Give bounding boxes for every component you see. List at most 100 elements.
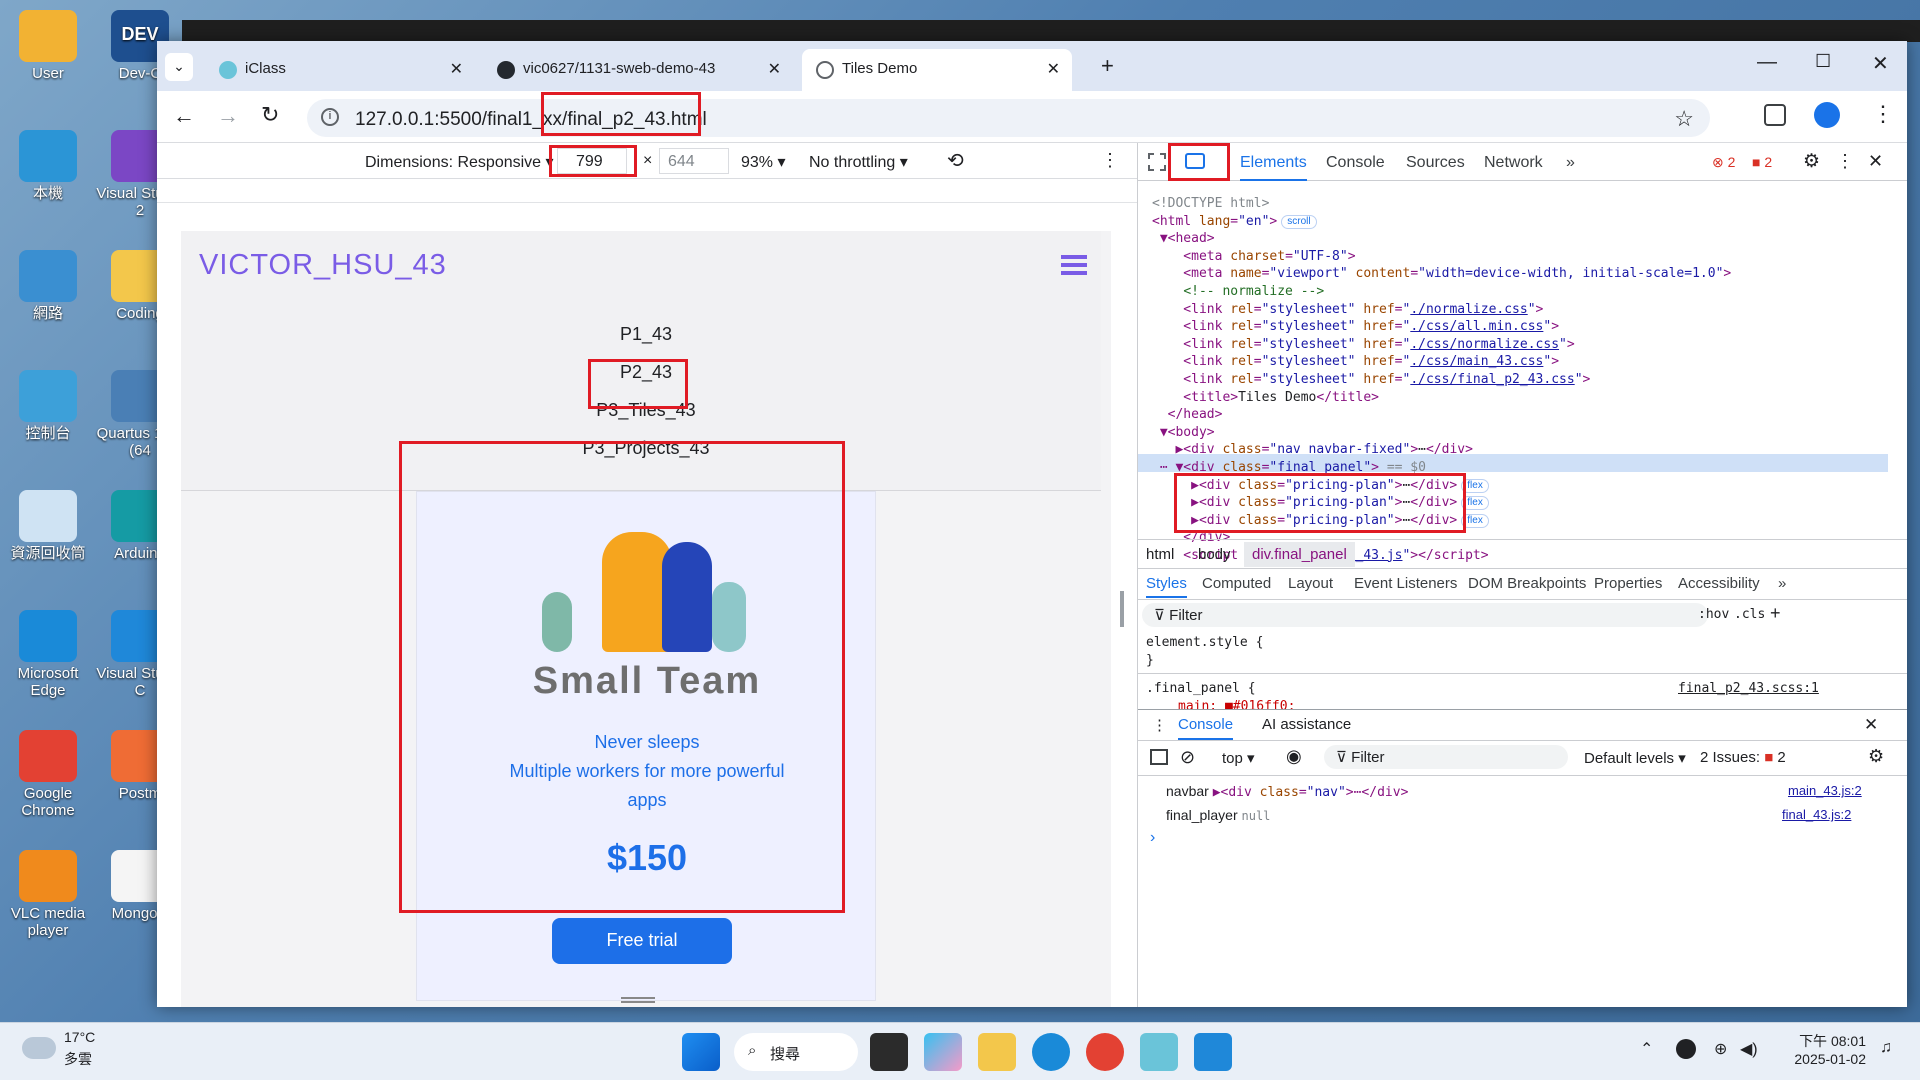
- subtab-dom-breakpoints[interactable]: DOM Breakpoints: [1468, 575, 1586, 592]
- issue-count-badge[interactable]: ■ 2: [1752, 154, 1772, 170]
- tab-console[interactable]: Console: [1326, 143, 1385, 181]
- console-filter-input[interactable]: ⊽ Filter: [1324, 745, 1568, 769]
- site-info-icon[interactable]: i: [321, 108, 339, 126]
- edge-icon[interactable]: [1032, 1033, 1070, 1071]
- height-input[interactable]: 644: [659, 148, 729, 174]
- tray-app-icon[interactable]: [1676, 1039, 1696, 1059]
- subtab-accessibility[interactable]: Accessibility: [1678, 575, 1760, 592]
- desktop-icon-network[interactable]: 網路: [4, 250, 92, 322]
- desktop-icon-recycle-bin[interactable]: 資源回收筒: [4, 490, 92, 562]
- add-rule-icon[interactable]: +: [1770, 603, 1781, 624]
- rotate-icon[interactable]: ⟲: [947, 148, 964, 173]
- weather-desc[interactable]: 多雲: [64, 1049, 92, 1069]
- log-entry[interactable]: final_player null: [1166, 807, 1270, 823]
- devtools-menu-icon[interactable]: ⋮: [1836, 151, 1854, 172]
- close-drawer-icon[interactable]: ✕: [1864, 715, 1878, 735]
- element-style-rule[interactable]: element.style {: [1146, 635, 1263, 650]
- cls-toggle[interactable]: .cls: [1734, 607, 1765, 622]
- final-panel-rule[interactable]: .final_panel {: [1146, 681, 1256, 696]
- settings-gear-icon[interactable]: ⚙: [1803, 150, 1820, 173]
- menu-kebab-icon[interactable]: ⋮: [1872, 101, 1894, 127]
- subtab-layout[interactable]: Layout: [1288, 575, 1333, 592]
- desktop-icon-chrome[interactable]: Google Chrome: [4, 730, 92, 819]
- tab-iclass[interactable]: iClass ✕: [205, 49, 475, 91]
- desktop-icon-this-pc[interactable]: 本機: [4, 130, 92, 202]
- tab-github[interactable]: vic0627/1131-sweb-demo-43 ✕: [483, 49, 793, 91]
- error-count-badge[interactable]: ⊗ 2: [1712, 154, 1735, 171]
- task-view-icon[interactable]: [870, 1033, 908, 1071]
- inspect-element-icon[interactable]: [1148, 153, 1166, 171]
- subtab-event-listeners[interactable]: Event Listeners: [1354, 575, 1457, 592]
- chrome-icon[interactable]: [1086, 1033, 1124, 1071]
- address-bar[interactable]: i 127.0.0.1:5500/final1_xx/final_p2_43.h…: [307, 99, 1710, 137]
- hov-toggle[interactable]: :hov: [1698, 607, 1729, 622]
- desktop-icon-edge[interactable]: Microsoft Edge: [4, 610, 92, 699]
- subtab-computed[interactable]: Computed: [1202, 575, 1271, 592]
- console-issues[interactable]: 2 Issues: ■ 2: [1700, 749, 1786, 766]
- console-settings-icon[interactable]: ⚙: [1868, 746, 1884, 767]
- log-levels-select[interactable]: Default levels ▾: [1584, 749, 1686, 767]
- back-button[interactable]: ←: [173, 103, 195, 129]
- copilot-icon[interactable]: [924, 1033, 962, 1071]
- clock-date[interactable]: 2025-01-02: [1786, 1051, 1866, 1067]
- subtab-properties[interactable]: Properties: [1594, 575, 1662, 592]
- vscode-icon[interactable]: [1194, 1033, 1232, 1071]
- more-subtabs-icon[interactable]: »: [1778, 575, 1786, 592]
- forward-button[interactable]: →: [217, 103, 239, 129]
- notification-bell-icon[interactable]: ♫: [1880, 1039, 1892, 1057]
- extensions-icon[interactable]: [1764, 104, 1786, 126]
- device-menu-icon[interactable]: ⋮: [1101, 150, 1119, 171]
- maximize-button[interactable]: ☐: [1815, 51, 1831, 72]
- drawer-tab-console[interactable]: Console: [1178, 716, 1234, 740]
- dimensions-select[interactable]: Dimensions: Responsive ▾: [365, 152, 554, 172]
- profile-avatar[interactable]: [1814, 102, 1840, 128]
- throttle-select[interactable]: No throttling ▾: [809, 152, 908, 172]
- iclass-app-icon[interactable]: [1140, 1033, 1178, 1071]
- log-source-link[interactable]: main_43.js:2: [1788, 783, 1862, 798]
- desktop-icon-control-panel[interactable]: 控制台: [4, 370, 92, 442]
- drawer-tab-ai-assistance[interactable]: AI assistance: [1262, 716, 1351, 733]
- sidebar-toggle-icon[interactable]: [1150, 749, 1168, 765]
- volume-icon[interactable]: ◀): [1740, 1039, 1758, 1059]
- minimize-button[interactable]: —: [1757, 51, 1777, 74]
- tab-search-button[interactable]: ⌄: [165, 53, 193, 81]
- file-explorer-icon[interactable]: [978, 1033, 1016, 1071]
- viewport-side-handle[interactable]: [1120, 591, 1124, 627]
- weather-cloud-icon[interactable]: [22, 1037, 56, 1059]
- hamburger-icon[interactable]: [1061, 255, 1087, 275]
- crumb-body[interactable]: body: [1198, 546, 1231, 563]
- zoom-select[interactable]: 93% ▾: [741, 152, 786, 172]
- crumb-html[interactable]: html: [1146, 546, 1174, 563]
- context-select[interactable]: top ▾: [1222, 749, 1255, 767]
- subtab-styles[interactable]: Styles: [1146, 575, 1187, 598]
- brand-logo[interactable]: VICTOR_HSU_43: [199, 249, 447, 282]
- language-icon[interactable]: ⊕: [1714, 1039, 1727, 1059]
- taskbar-search[interactable]: ⌕ 搜尋: [734, 1033, 858, 1071]
- tab-sources[interactable]: Sources: [1406, 143, 1465, 181]
- resize-handle[interactable]: [621, 997, 655, 1003]
- close-icon[interactable]: ✕: [450, 59, 463, 79]
- close-icon[interactable]: ✕: [768, 59, 781, 79]
- reload-button[interactable]: ↻: [261, 102, 279, 128]
- desktop-icon-vlc[interactable]: VLC media player: [4, 850, 92, 939]
- drawer-menu-icon[interactable]: ⋮: [1152, 716, 1167, 734]
- tab-network[interactable]: Network: [1484, 143, 1543, 181]
- crumb-final-panel[interactable]: div.final_panel: [1244, 542, 1355, 567]
- close-window-button[interactable]: ✕: [1872, 51, 1889, 76]
- console-prompt[interactable]: ›: [1150, 829, 1155, 847]
- close-icon[interactable]: ✕: [1047, 59, 1060, 79]
- clock-time[interactable]: 下午 08:01: [1786, 1031, 1866, 1051]
- close-devtools-icon[interactable]: ✕: [1868, 151, 1883, 172]
- eye-icon[interactable]: ◉: [1286, 746, 1302, 767]
- start-button[interactable]: [682, 1033, 720, 1071]
- more-tabs-icon[interactable]: »: [1566, 143, 1575, 181]
- log-source-link[interactable]: final_43.js:2: [1782, 807, 1851, 822]
- styles-filter-input[interactable]: ⊽ Filter: [1142, 603, 1708, 627]
- rule-source-link[interactable]: final_p2_43.scss:1: [1678, 681, 1819, 696]
- new-tab-button[interactable]: +: [1101, 53, 1114, 79]
- desktop-icon-user[interactable]: User: [4, 10, 92, 82]
- clear-console-icon[interactable]: ⊘: [1180, 747, 1195, 768]
- tab-tiles-demo[interactable]: Tiles Demo ✕: [802, 49, 1072, 91]
- log-entry[interactable]: navbar ▶<div class="nav">⋯</div>: [1166, 783, 1408, 800]
- free-trial-button[interactable]: Free trial: [552, 918, 732, 964]
